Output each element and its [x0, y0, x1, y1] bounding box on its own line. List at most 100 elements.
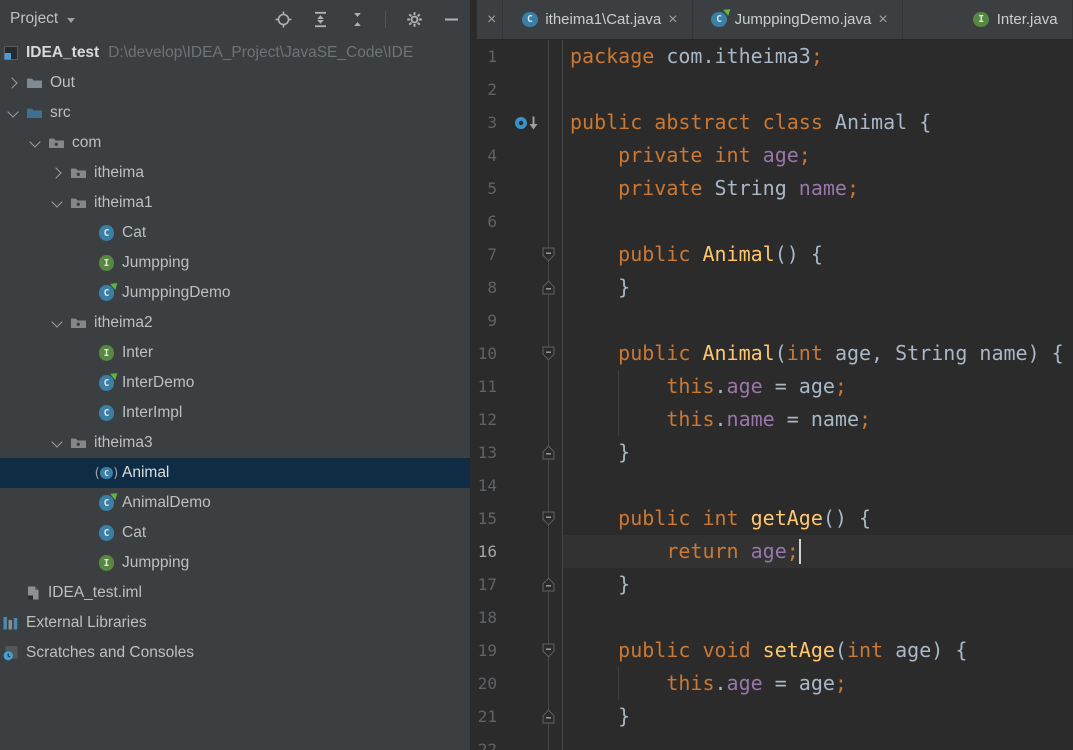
editor-tab-inter-java[interactable]: I Inter.java	[955, 0, 1073, 39]
fold-marker-down-icon[interactable]	[542, 247, 555, 267]
tree-item-label: AnimalDemo	[122, 494, 211, 511]
fold-marker-down-icon[interactable]	[542, 511, 555, 531]
line-number: 17	[477, 575, 497, 594]
code-line-13[interactable]: 13 }	[470, 436, 1073, 469]
tree-item-out[interactable]: Out	[0, 68, 470, 98]
project-panel-title[interactable]: Project	[10, 10, 58, 28]
line-number: 1	[487, 47, 497, 66]
code-token: ;	[834, 671, 847, 695]
settings-gear-icon[interactable]	[405, 10, 423, 28]
tree-item-itheima1[interactable]: itheima1	[0, 188, 470, 218]
tree-item-label: Cat	[122, 224, 147, 241]
tree-item-cat[interactable]: C Cat	[0, 218, 470, 248]
editor-tab-partial[interactable]: ×	[477, 0, 504, 39]
tree-item-jumpping[interactable]: I Jumpping	[0, 548, 470, 578]
chevron-down-icon[interactable]	[0, 98, 26, 128]
line-number: 20	[477, 674, 497, 693]
code-line-15[interactable]: 15 public int getAge() {	[470, 502, 1073, 535]
code-line-9[interactable]: 9	[470, 304, 1073, 337]
code-token: (	[834, 638, 847, 662]
tree-item-itheima[interactable]: itheima	[0, 158, 470, 188]
chevron-right-icon[interactable]	[44, 158, 70, 188]
package-icon	[70, 435, 87, 452]
chevron-down-icon[interactable]	[44, 188, 70, 218]
code-line-12[interactable]: 12 this.name = name;	[470, 403, 1073, 436]
chevron-down-icon[interactable]	[22, 128, 48, 158]
tree-item-src[interactable]: src	[0, 98, 470, 128]
gutter-implementations-icon[interactable]	[512, 113, 540, 137]
code-line-17[interactable]: 17 }	[470, 568, 1073, 601]
tree-item-jumppingdemo[interactable]: C JumppingDemo	[0, 278, 470, 308]
line-number: 16	[477, 542, 497, 561]
fold-marker-up-icon[interactable]	[542, 280, 555, 300]
tree-item-inter[interactable]: I Inter	[0, 338, 470, 368]
fold-marker-up-icon[interactable]	[542, 577, 555, 597]
chevron-down-icon[interactable]	[44, 428, 70, 458]
close-tab-icon[interactable]: ×	[487, 11, 496, 28]
text-caret	[799, 539, 801, 564]
chevron-right-icon[interactable]	[0, 68, 26, 98]
code-line-3[interactable]: 3 public abstract class Animal {	[470, 106, 1073, 139]
tree-item-external-libraries[interactable]: External Libraries	[0, 608, 470, 638]
select-opened-file-icon[interactable]	[274, 10, 292, 28]
editor-tab-itheima1-cat-java[interactable]: Citheima1\Cat.java ×	[503, 0, 693, 39]
line-number: 2	[487, 80, 497, 99]
code-line-21[interactable]: 21 }	[470, 700, 1073, 733]
code-line-22[interactable]: 22	[470, 733, 1073, 750]
collapse-all-icon[interactable]	[348, 10, 366, 28]
hide-panel-minus-icon[interactable]	[442, 10, 460, 28]
code-text: }	[570, 271, 630, 304]
fold-marker-down-icon[interactable]	[542, 643, 555, 663]
close-tab-icon[interactable]: ×	[668, 11, 677, 28]
tree-item-jumpping[interactable]: I Jumpping	[0, 248, 470, 278]
code-token: public	[618, 341, 703, 365]
code-token: age) {	[895, 638, 968, 662]
tree-item-interimpl[interactable]: C InterImpl	[0, 398, 470, 428]
tree-item-com[interactable]: com	[0, 128, 470, 158]
code-line-1[interactable]: 1 package com.itheima3;	[470, 40, 1073, 73]
code-line-4[interactable]: 4 private int age;	[470, 139, 1073, 172]
code-token: ;	[798, 143, 811, 167]
tree-item-interdemo[interactable]: C InterDemo	[0, 368, 470, 398]
tree-item-label: itheima1	[94, 194, 153, 211]
code-token: this	[666, 374, 715, 398]
code-line-2[interactable]: 2	[470, 73, 1073, 106]
code-line-20[interactable]: 20 this.age = age;	[470, 667, 1073, 700]
tree-item-label: Inter	[122, 344, 154, 361]
code-token: this	[666, 407, 715, 431]
fold-marker-up-icon[interactable]	[542, 445, 555, 465]
close-tab-icon[interactable]: ×	[878, 11, 887, 28]
code-line-11[interactable]: 11 this.age = age;	[470, 370, 1073, 403]
tree-item-scratches-and-consoles[interactable]: Scratches and Consoles	[0, 638, 470, 668]
tree-item-itheima2[interactable]: itheima2	[0, 308, 470, 338]
project-dropdown-caret-icon[interactable]	[67, 17, 76, 23]
code-editor[interactable]: 1 package com.itheima3; 2 3 public abstract …	[470, 40, 1073, 750]
fold-marker-down-icon[interactable]	[542, 346, 555, 366]
code-line-10[interactable]: 10 public Animal(int age, String name) {	[470, 337, 1073, 370]
tree-item-idea-test-iml[interactable]: IDEA_test.iml	[0, 578, 470, 608]
code-line-6[interactable]: 6	[470, 205, 1073, 238]
code-token: ;	[834, 374, 847, 398]
code-token: public void	[618, 638, 763, 662]
tree-item-cat[interactable]: C Cat	[0, 518, 470, 548]
editor-tab-jumppingdemo-java[interactable]: C JumppingDemo.java ×	[693, 0, 903, 39]
tree-item-animal[interactable]: (C) Animal	[0, 458, 470, 488]
code-line-19[interactable]: 19 public void setAge(int age) {	[470, 634, 1073, 667]
tree-item-animaldemo[interactable]: C AnimalDemo	[0, 488, 470, 518]
code-line-5[interactable]: 5 private String name;	[470, 172, 1073, 205]
tree-item-label: itheima	[94, 164, 144, 181]
line-number: 3	[487, 113, 497, 132]
fold-marker-up-icon[interactable]	[542, 709, 555, 729]
code-line-7[interactable]: 7 public Animal() {	[470, 238, 1073, 271]
code-line-8[interactable]: 8 }	[470, 271, 1073, 304]
chevron-down-icon[interactable]	[44, 308, 70, 338]
expand-all-icon[interactable]	[311, 10, 329, 28]
tree-item-idea-test[interactable]: IDEA_test D:\develop\IDEA_Project\JavaSE_…	[0, 38, 470, 68]
line-number: 19	[477, 641, 497, 660]
line-number: 5	[487, 179, 497, 198]
code-line-16[interactable]: 16 return age;	[470, 535, 1073, 568]
code-line-18[interactable]: 18	[470, 601, 1073, 634]
code-line-14[interactable]: 14	[470, 469, 1073, 502]
tree-item-itheima3[interactable]: itheima3	[0, 428, 470, 458]
